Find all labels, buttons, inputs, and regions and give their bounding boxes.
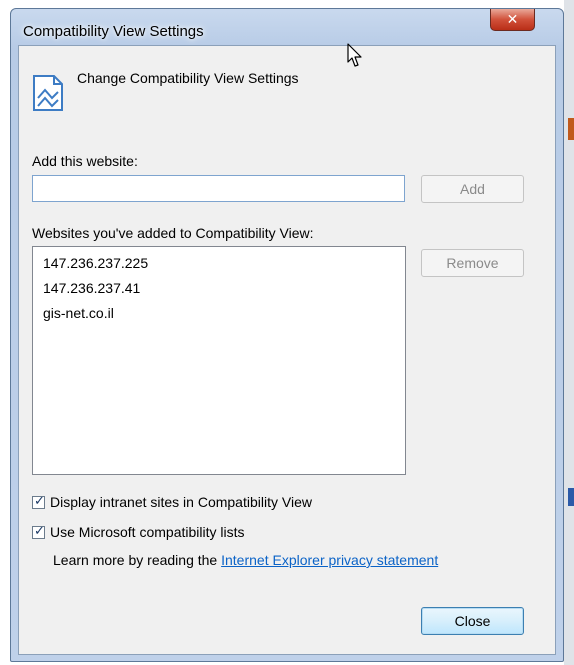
checkmark-icon: ✓ <box>34 522 45 538</box>
add-website-input[interactable] <box>32 175 405 202</box>
ms-lists-checkbox[interactable]: ✓ <box>32 522 45 539</box>
window-title: Compatibility View Settings <box>23 23 204 40</box>
websites-list-label: Websites you've added to Compatibility V… <box>32 225 314 241</box>
close-icon: ✕ <box>506 11 519 27</box>
learn-more-text: Learn more by reading the Internet Explo… <box>53 552 438 568</box>
add-button[interactable]: Add <box>421 175 524 203</box>
ms-lists-option[interactable]: ✓ Use Microsoft compatibility lists <box>32 522 245 540</box>
websites-list[interactable]: 147.236.237.225 147.236.237.41 gis-net.c… <box>32 246 406 475</box>
checkmark-icon: ✓ <box>34 492 45 508</box>
dialog-heading: Change Compatibility View Settings <box>77 70 299 86</box>
list-item[interactable]: 147.236.237.41 <box>43 278 405 303</box>
intranet-option[interactable]: ✓ Display intranet sites in Compatibilit… <box>32 492 312 510</box>
background-window-edge <box>568 488 574 506</box>
list-item[interactable]: gis-net.co.il <box>43 303 405 328</box>
privacy-statement-link[interactable]: Internet Explorer privacy statement <box>221 552 438 568</box>
add-website-label: Add this website: <box>32 153 138 169</box>
list-item[interactable]: 147.236.237.225 <box>43 253 405 278</box>
remove-button[interactable]: Remove <box>421 249 524 277</box>
intranet-checkbox[interactable]: ✓ <box>32 492 45 509</box>
desktop-background-strip <box>564 0 574 665</box>
ms-lists-checkbox-label[interactable]: Use Microsoft compatibility lists <box>50 524 245 540</box>
compatibility-view-icon <box>33 75 63 111</box>
intranet-checkbox-label[interactable]: Display intranet sites in Compatibility … <box>50 494 312 510</box>
close-button[interactable]: Close <box>421 607 524 635</box>
window-close-button[interactable]: ✕ <box>490 9 535 31</box>
mouse-cursor-icon <box>347 43 362 67</box>
learn-more-prefix: Learn more by reading the <box>53 552 222 568</box>
background-window-edge <box>568 118 574 140</box>
